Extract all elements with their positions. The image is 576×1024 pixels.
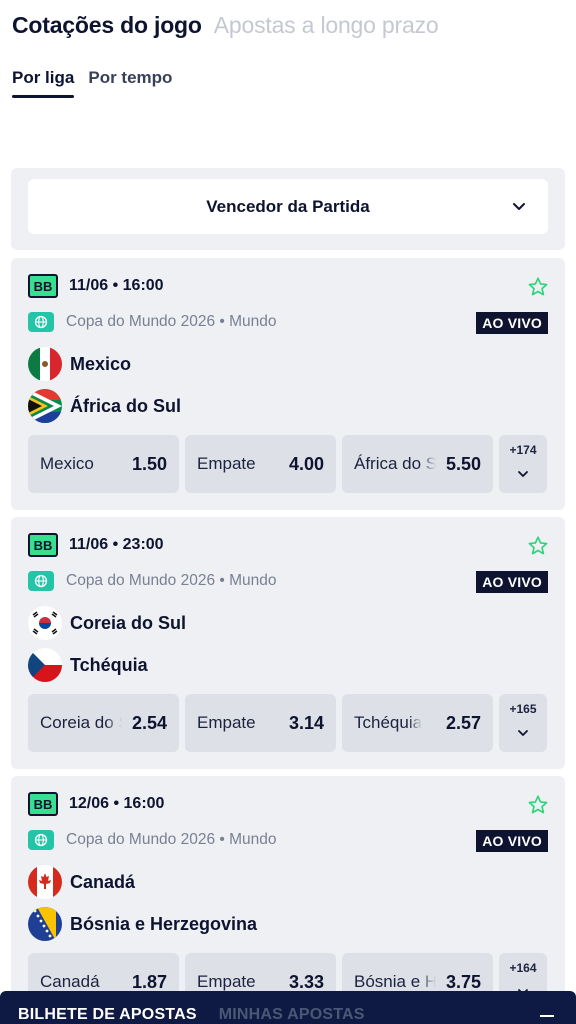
header-tabs: Cotações do jogo Apostas a longo prazo	[12, 12, 439, 39]
bb-badge: BB	[28, 274, 58, 298]
flag-mexico-icon	[28, 347, 62, 381]
odd-label: Mexico	[40, 454, 94, 473]
flag-canada-icon	[28, 865, 62, 899]
odd-value: 3.75	[445, 971, 481, 992]
odd-away-button[interactable]: África do Sul 5.50	[342, 435, 493, 493]
odd-value: 2.57	[445, 712, 481, 733]
league-name: Copa do Mundo 2026 • Mundo	[66, 572, 277, 589]
market-label: Vencedor da Partida	[206, 196, 370, 216]
flag-south-africa-icon	[28, 389, 62, 423]
odd-value: 2.54	[131, 712, 167, 733]
bet-slip-bar[interactable]: BILHETE DE APOSTAS MINHAS APOSTAS	[0, 991, 576, 1024]
odd-value: 5.50	[445, 453, 481, 474]
match-card[interactable]: BB 11/06 • 23:00 Copa do Mundo 2026 • Mu…	[11, 517, 565, 769]
home-team: Canadá	[70, 871, 136, 892]
odd-label: Empate	[197, 454, 256, 473]
league-name: Copa do Mundo 2026 • Mundo	[66, 831, 277, 848]
match-datetime: 11/06 • 16:00	[69, 277, 164, 294]
tab-my-bets[interactable]: MINHAS APOSTAS	[219, 1006, 365, 1024]
market-selector-container: Vencedor da Partida	[11, 168, 565, 250]
odd-value: 1.87	[131, 971, 167, 992]
odds-row: Mexico1.50 Empate4.00 África do Sul5.50 …	[28, 435, 547, 493]
home-team: Coreia do Sul	[70, 612, 187, 633]
minus-icon[interactable]	[540, 1015, 554, 1017]
tab-game-odds[interactable]: Cotações do jogo	[12, 12, 202, 39]
chevron-down-icon	[518, 471, 528, 477]
odd-label: Tchéquia	[354, 713, 423, 732]
more-markets-count: +164	[509, 961, 537, 975]
tab-bet-slip[interactable]: BILHETE DE APOSTAS	[18, 1006, 197, 1024]
favorite-star-icon[interactable]	[527, 794, 549, 816]
away-team: Bósnia e Herzegovina	[70, 913, 258, 934]
flag-south-korea-icon	[28, 606, 62, 640]
bb-badge: BB	[28, 792, 58, 816]
market-dropdown[interactable]: Vencedor da Partida	[28, 179, 548, 234]
match-datetime: 11/06 • 23:00	[69, 536, 164, 553]
globe-icon	[28, 312, 54, 332]
league-name: Copa do Mundo 2026 • Mundo	[66, 313, 277, 330]
odd-label: Bósnia e Herzegovina	[354, 972, 436, 991]
globe-icon	[28, 571, 54, 591]
odd-label: Coreia do Sul	[40, 713, 122, 732]
favorite-star-icon[interactable]	[527, 535, 549, 557]
odd-label: Canadá	[40, 972, 100, 991]
favorite-star-icon[interactable]	[527, 276, 549, 298]
away-team: África do Sul	[70, 395, 182, 416]
live-badge: AO VIVO	[476, 830, 548, 852]
odd-home-button[interactable]: Coreia do Sul 2.54	[28, 694, 179, 752]
subtab-by-league[interactable]: Por liga	[12, 68, 75, 98]
live-badge: AO VIVO	[476, 312, 548, 334]
odd-label: Empate	[197, 972, 256, 991]
odd-draw-button[interactable]: Empate 3.14	[185, 694, 336, 752]
odd-label: Empate	[197, 713, 256, 732]
flag-bosnia-icon	[28, 907, 62, 941]
home-team: Mexico	[70, 353, 132, 374]
sub-tabs: Por liga Por tempo	[12, 68, 172, 98]
odd-value: 3.14	[288, 712, 324, 733]
more-markets-count: +174	[509, 443, 537, 457]
live-badge: AO VIVO	[476, 571, 548, 593]
flag-czechia-icon	[28, 648, 62, 682]
bb-badge: BB	[28, 533, 58, 557]
match-datetime: 12/06 • 16:00	[69, 795, 165, 812]
odd-value: 1.50	[131, 453, 167, 474]
more-markets-button[interactable]: +174	[499, 435, 547, 493]
odd-label: África do Sul	[354, 454, 436, 473]
chevron-down-icon	[513, 203, 525, 210]
odd-home-button[interactable]: Mexico 1.50	[28, 435, 179, 493]
globe-icon	[28, 830, 54, 850]
chevron-down-icon	[518, 730, 528, 736]
match-card[interactable]: BB 11/06 • 16:00 Copa do Mundo 2026 • Mu…	[11, 258, 565, 510]
odds-row: Coreia do Sul 2.54 Empate 3.14 Tchéquia 2.5…	[28, 694, 547, 752]
match-card[interactable]: BB 12/06 • 16:00 Copa do Mundo 2026 • Mu…	[11, 776, 565, 1024]
more-markets-button[interactable]: +165	[499, 694, 547, 752]
subtab-by-time[interactable]: Por tempo	[88, 68, 172, 98]
away-team: Tchéquia	[70, 654, 148, 675]
odd-away-button[interactable]: Tchéquia 2.57	[342, 694, 493, 752]
more-markets-count: +165	[509, 702, 537, 716]
odd-value: 4.00	[288, 453, 324, 474]
odd-draw-button[interactable]: Empate 4.00	[185, 435, 336, 493]
odd-value: 3.33	[288, 971, 324, 992]
tab-long-term-bets[interactable]: Apostas a longo prazo	[214, 12, 439, 39]
